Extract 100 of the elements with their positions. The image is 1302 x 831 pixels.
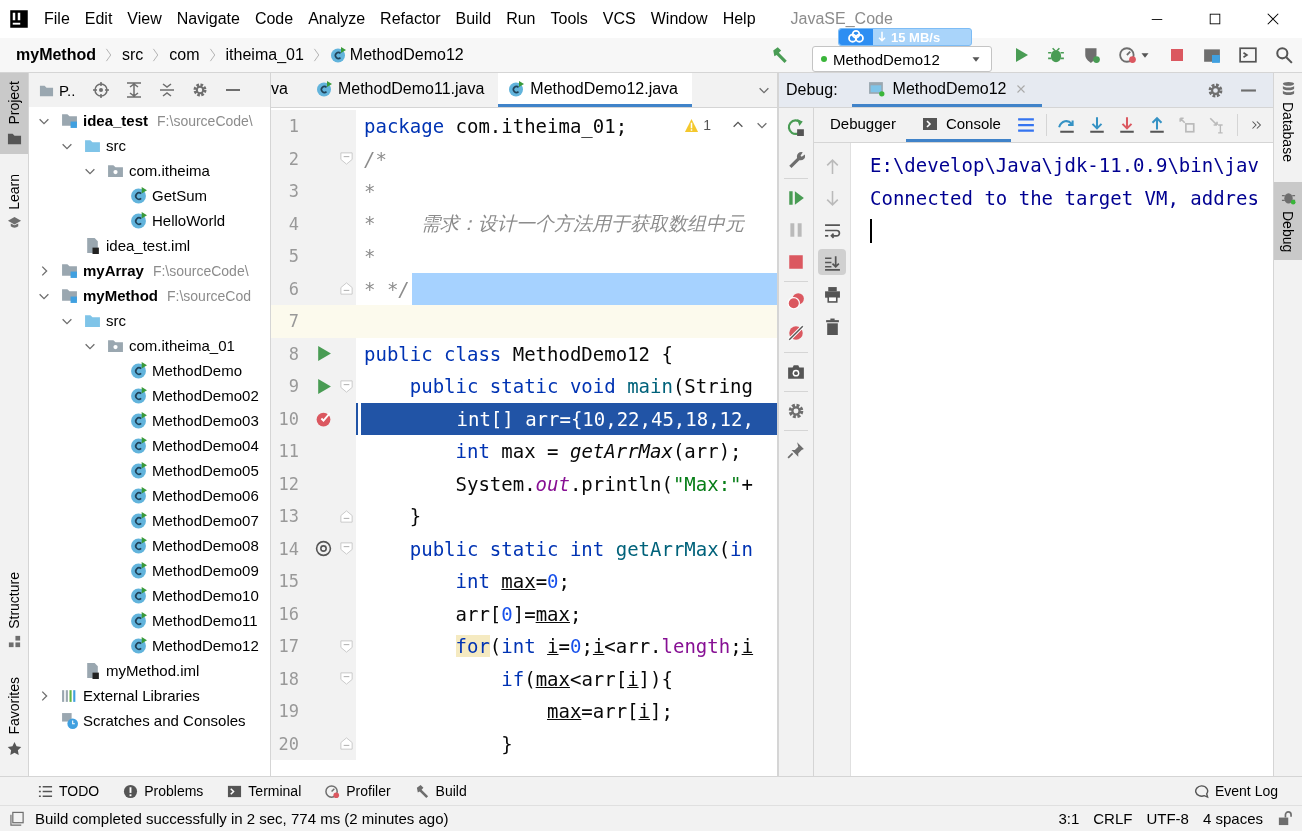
line-number: 15 [277, 571, 299, 592]
tool-window-tab[interactable]: Favorites [0, 669, 28, 764]
tree-item[interactable]: GetSum [152, 187, 208, 204]
menu-item[interactable]: Window [649, 8, 709, 30]
code-line: System.out.println("Max:"+ [454, 472, 753, 495]
code-line: * [364, 180, 376, 203]
tool-window-button[interactable]: Build [414, 783, 467, 799]
line-number: 7 [287, 311, 299, 332]
tool-window-button[interactable]: Terminal [227, 783, 302, 799]
tool-window-tab[interactable]: Project [0, 73, 28, 154]
line-number: 4 [287, 213, 299, 234]
editor-tab[interactable]: va [271, 73, 306, 107]
line-number: 6 [287, 278, 299, 299]
code-line: int max=0; [454, 570, 570, 593]
menu-item[interactable]: Code [253, 8, 295, 30]
window-title: JavaSE_Code [790, 10, 893, 28]
breadcrumb[interactable]: myMethod [16, 46, 96, 64]
code-line: arr[0]=max; [454, 602, 582, 625]
tree-item[interactable]: MethodDemo05 [152, 462, 259, 479]
menu-item[interactable]: Edit [83, 8, 114, 30]
status-item[interactable]: 3:1 [1058, 810, 1080, 827]
console-tab[interactable]: Console [905, 108, 1011, 142]
editor-tab[interactable]: MethodDemo11.java [305, 73, 499, 107]
code-line: /* [364, 147, 387, 170]
code-line: if(max<arr[i]){ [500, 667, 673, 690]
code-line: public static int getArrMax(in [408, 537, 753, 560]
path-hint: F:\sourceCod [167, 287, 252, 304]
console-output-line: E:\develop\Java\jdk-11.0.9\bin\jav [870, 153, 1260, 178]
status-message: Build completed successfully in 2 sec, 774 ms (2 minutes ago) [35, 810, 449, 827]
code-line: int[] arr={10,22,45,18,12, [455, 407, 754, 430]
code-line: } [408, 505, 422, 528]
menu-item[interactable]: VCS [601, 8, 637, 30]
line-number: 17 [277, 636, 299, 657]
tree-item[interactable]: MethodDemo07 [152, 512, 259, 529]
tree-item[interactable]: MethodDemo12 [152, 637, 259, 654]
menu-item[interactable]: Run [505, 8, 537, 30]
tool-window-tab[interactable]: Learn [0, 165, 28, 239]
status-item[interactable]: CRLF [1093, 810, 1133, 827]
tree-item[interactable]: com.itheima_01 [129, 337, 235, 354]
tree-item[interactable]: MethodDemo09 [152, 562, 259, 579]
menu-item[interactable]: Analyze [307, 8, 367, 30]
code-line: for(int i=0;i<arr.length;i [454, 635, 754, 658]
tree-item[interactable]: MethodDemo02 [152, 387, 259, 404]
status-item[interactable]: UTF-8 [1146, 810, 1189, 827]
warning-count: 1 [703, 117, 711, 133]
console-output-line: Connected to the target VM, addres [870, 186, 1260, 211]
debugger-tab[interactable]: Debugger [814, 108, 906, 142]
tree-item[interactable]: Scratches and Consoles [83, 712, 246, 729]
tree-item[interactable]: MethodDemo06 [152, 487, 259, 504]
status-item[interactable]: 4 spaces [1202, 810, 1263, 827]
tool-window-button[interactable]: Problems [123, 783, 204, 799]
tool-window-tab[interactable]: Debug [1274, 181, 1302, 261]
tree-item[interactable]: src [106, 312, 126, 329]
menu-item[interactable]: Navigate [175, 8, 241, 30]
tool-window-tab[interactable]: Structure [0, 563, 28, 658]
tree-item[interactable]: myArray [83, 262, 144, 279]
tree-item[interactable]: MethodDemo08 [152, 537, 259, 554]
tree-item[interactable]: MethodDemo11 [152, 612, 258, 629]
code-line: * [364, 245, 376, 268]
breadcrumb[interactable]: com [169, 46, 200, 64]
tree-item[interactable]: MethodDemo04 [152, 437, 259, 454]
line-number: 5 [287, 246, 299, 267]
line-number: 8 [287, 343, 299, 364]
tree-item[interactable]: External Libraries [83, 687, 200, 704]
code-line: public static void main(String [408, 375, 753, 398]
tree-item[interactable]: idea_test.iml [106, 237, 191, 254]
code-line: max=arr[i]; [546, 700, 673, 723]
tool-window-button[interactable]: Profiler [325, 783, 391, 799]
code-line: } [500, 732, 513, 755]
tree-item[interactable]: MethodDemo03 [152, 412, 259, 429]
menu-item[interactable]: Tools [549, 8, 589, 30]
menu-item[interactable]: Build [454, 8, 493, 30]
line-number: 12 [277, 473, 299, 494]
tree-item[interactable]: idea_test [83, 112, 149, 129]
run-configuration-dropdown[interactable]: MethodDemo12 [812, 46, 992, 72]
menu-item[interactable]: File [43, 8, 71, 30]
tool-window-tab[interactable]: Database [1274, 73, 1302, 170]
editor-tab[interactable]: MethodDemo12.java [498, 73, 692, 107]
line-number: 20 [277, 733, 299, 754]
menu-item[interactable]: Refactor [379, 8, 442, 30]
tree-item[interactable]: com.itheima [129, 162, 210, 179]
menu-item[interactable]: View [126, 8, 163, 30]
tool-window-button[interactable]: TODO [38, 783, 100, 799]
view-selector[interactable]: P.. [39, 81, 76, 99]
breadcrumb[interactable]: itheima_01 [225, 46, 304, 64]
tree-item[interactable]: MethodDemo [152, 362, 243, 379]
menu-item[interactable]: Help [721, 8, 757, 30]
tree-item[interactable]: myMethod.iml [106, 662, 200, 679]
event-log-button[interactable]: Event Log [1193, 783, 1278, 799]
code-line: * 需求：设计一个方法用于获取数组中元 [364, 210, 745, 236]
panel-label: Debug: [786, 81, 838, 99]
code-line: * */ [364, 277, 410, 300]
breadcrumb[interactable]: MethodDemo12 [349, 46, 464, 64]
tree-item[interactable]: myMethod [83, 287, 158, 304]
tree-item[interactable]: src [106, 137, 126, 154]
tree-item[interactable]: HelloWorld [152, 212, 226, 229]
line-number: 16 [277, 603, 299, 624]
tree-item[interactable]: MethodDemo10 [152, 587, 259, 604]
code-line: package com.itheima_01; [364, 115, 628, 138]
breadcrumb[interactable]: src [122, 46, 144, 64]
